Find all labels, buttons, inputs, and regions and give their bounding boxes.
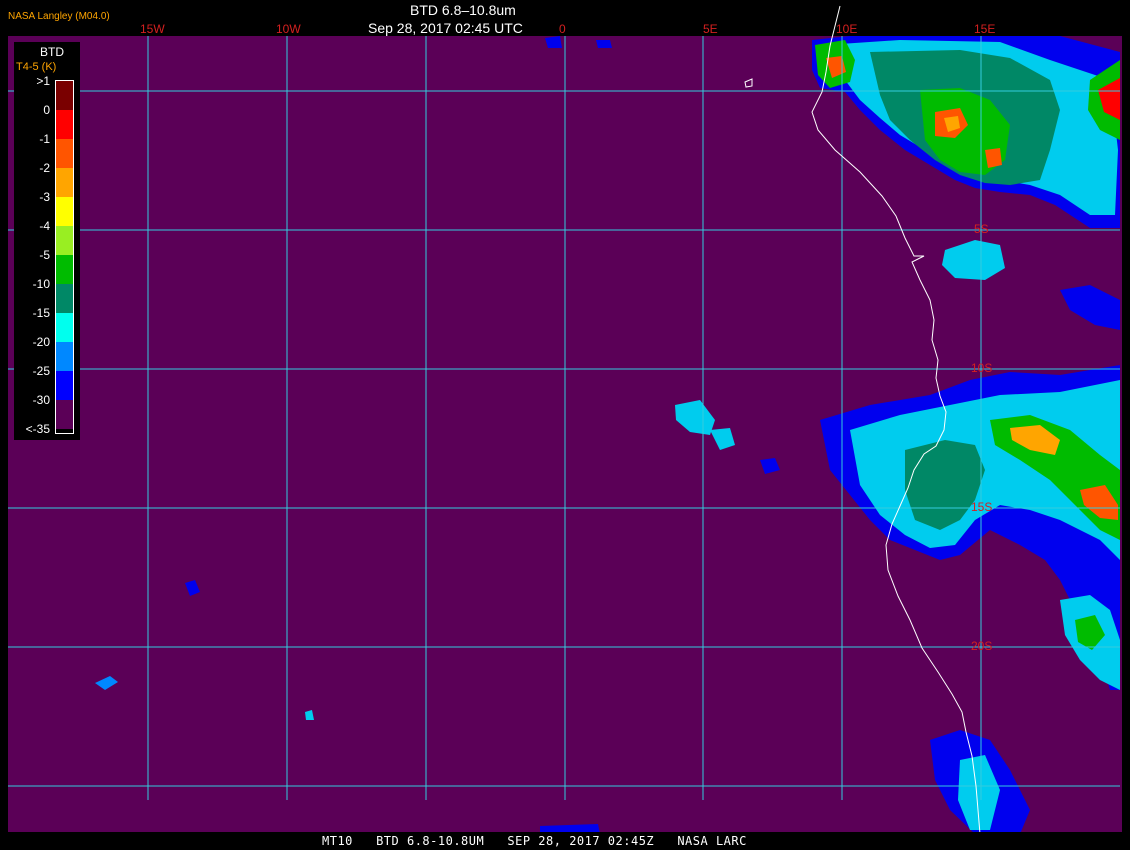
lat-label-20s: 20S bbox=[971, 639, 993, 653]
legend-subtitle: T4-5 (K) bbox=[16, 61, 57, 73]
lon-label-0: 0 bbox=[559, 22, 566, 36]
image-timestamp: Sep 28, 2017 02:45 UTC bbox=[368, 20, 523, 36]
legend-tick-label: -4 bbox=[39, 219, 50, 233]
lat-label-15s: 15S bbox=[971, 500, 993, 514]
lat-label-5s: 5S bbox=[974, 222, 989, 236]
footer-caption: MT10 BTD 6.8-10.8UM SEP 28, 2017 02:45Z … bbox=[322, 834, 747, 848]
legend-tick-label: -1 bbox=[39, 132, 50, 146]
lon-label-15e: 15E bbox=[974, 22, 996, 36]
legend-tick-label: >1 bbox=[36, 74, 50, 88]
color-legend: BTD T4-5 (K) >1 0 -1 -2 -3 -4 -5 -10 -15 -20 -25 -3… bbox=[14, 42, 80, 440]
legend-tick-label: -30 bbox=[32, 393, 50, 407]
lon-label-10e: 10E bbox=[836, 22, 858, 36]
lat-label-10s: 10S bbox=[971, 361, 993, 375]
legend-tick-label: -20 bbox=[32, 335, 50, 349]
legend-tick-label: 0 bbox=[43, 103, 50, 117]
btd-map bbox=[8, 5, 1122, 835]
lon-label-15w: 15W bbox=[140, 22, 165, 36]
legend-tick-label: -25 bbox=[32, 364, 50, 378]
producer-credit: NASA Langley (M04.0) bbox=[8, 11, 110, 22]
footer-bar: MT10 BTD 6.8-10.8UM SEP 28, 2017 02:45Z … bbox=[0, 832, 1130, 850]
legend-tick-label: -3 bbox=[39, 190, 50, 204]
cloud-ne-teal2 bbox=[985, 148, 1002, 168]
image-title: BTD 6.8–10.8um bbox=[410, 2, 516, 18]
legend-frame bbox=[55, 80, 74, 434]
legend-tick-label: <-35 bbox=[25, 422, 50, 436]
lon-label-10w: 10W bbox=[276, 22, 301, 36]
legend-tick-label: -15 bbox=[32, 306, 50, 320]
satellite-image-viewer: BTD 6.8–10.8um Sep 28, 2017 02:45 UTC NA… bbox=[0, 0, 1130, 850]
legend-tick-label: -10 bbox=[32, 277, 50, 291]
cloud-top-small bbox=[545, 36, 562, 48]
cloud-top-small-2 bbox=[596, 40, 612, 48]
legend-title: BTD bbox=[40, 45, 64, 59]
lon-label-5e: 5E bbox=[703, 22, 718, 36]
legend-tick-label: -2 bbox=[39, 161, 50, 175]
legend-tick-label: -5 bbox=[39, 248, 50, 262]
